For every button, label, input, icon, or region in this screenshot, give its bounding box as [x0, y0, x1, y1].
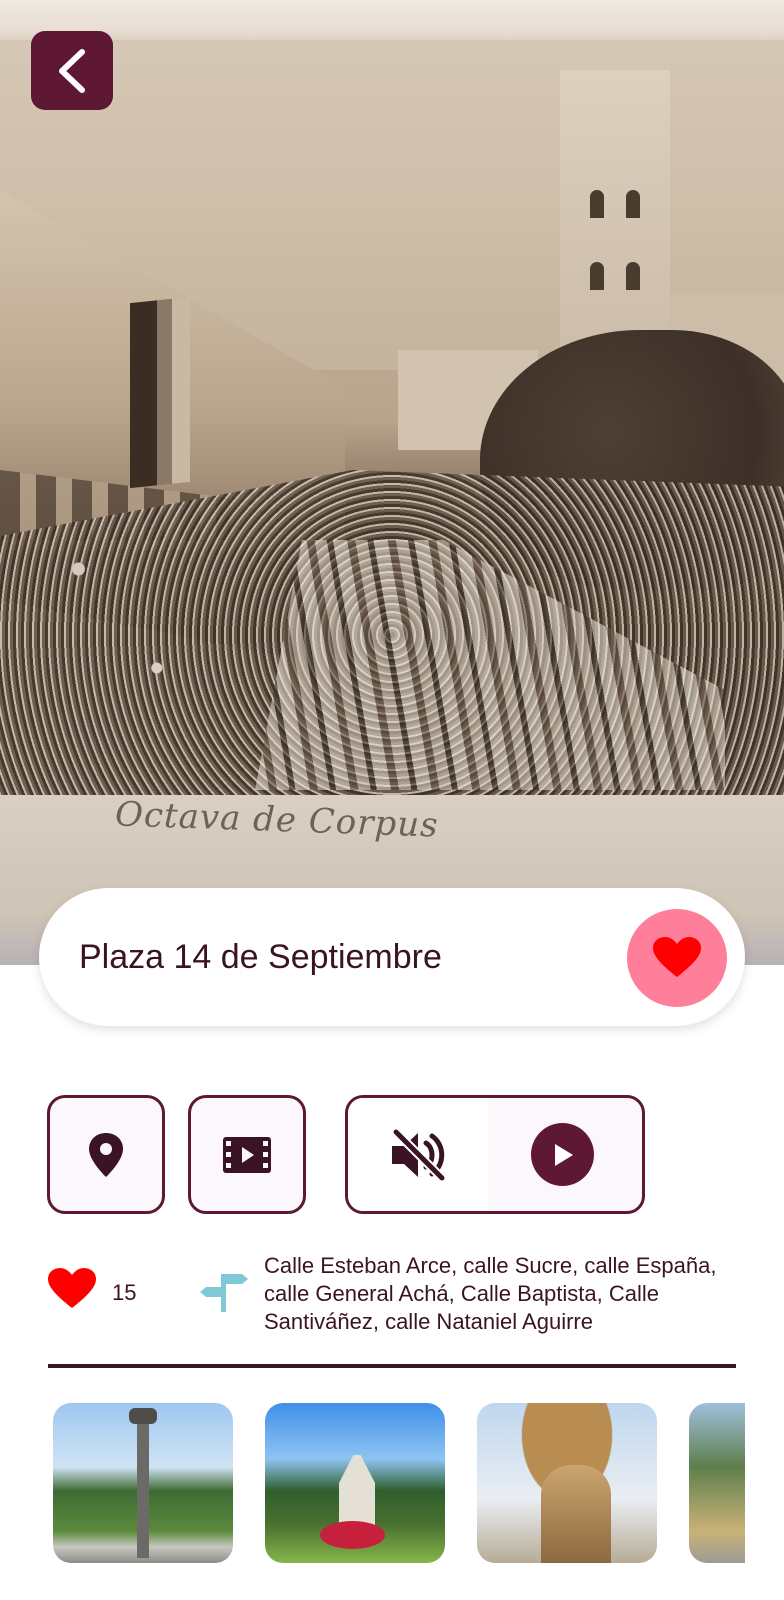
fountain-statue: [541, 1465, 611, 1563]
favorite-button[interactable]: [627, 909, 727, 1007]
signpost-icon: [200, 1268, 248, 1317]
location-button[interactable]: [47, 1095, 165, 1214]
chevron-left-icon: [59, 48, 85, 93]
cathedral-shape: [339, 1455, 375, 1525]
likes-count: 15: [112, 1280, 137, 1305]
flowerbed-shape: [320, 1521, 385, 1549]
film-icon: [223, 1136, 271, 1173]
place-title-card: Plaza 14 de Septiembre: [39, 888, 745, 1026]
map-pin-icon: [89, 1132, 123, 1177]
gallery-thumb[interactable]: [689, 1403, 745, 1563]
streets-text: Calle Esteban Arce, calle Sucre, calle E…: [264, 1253, 717, 1334]
likes-heart-icon: [48, 1268, 96, 1315]
gallery-thumb[interactable]: [477, 1403, 657, 1563]
heart-icon: [653, 937, 701, 977]
hero-flag: [130, 296, 190, 489]
video-button[interactable]: [188, 1095, 306, 1214]
back-button[interactable]: [31, 31, 113, 110]
place-title: Plaza 14 de Septiembre: [79, 938, 442, 976]
mute-button[interactable]: [348, 1098, 488, 1211]
play-icon: [554, 1143, 573, 1166]
divider: [48, 1364, 736, 1368]
play-button[interactable]: [531, 1123, 594, 1186]
gallery-thumb[interactable]: [265, 1403, 445, 1563]
volume-mute-icon: [391, 1127, 446, 1182]
gallery-thumb[interactable]: [53, 1403, 233, 1563]
audio-player: [345, 1095, 645, 1214]
monument-column: [129, 1408, 157, 1558]
hero-image: Octava de Corpus: [0, 0, 784, 965]
